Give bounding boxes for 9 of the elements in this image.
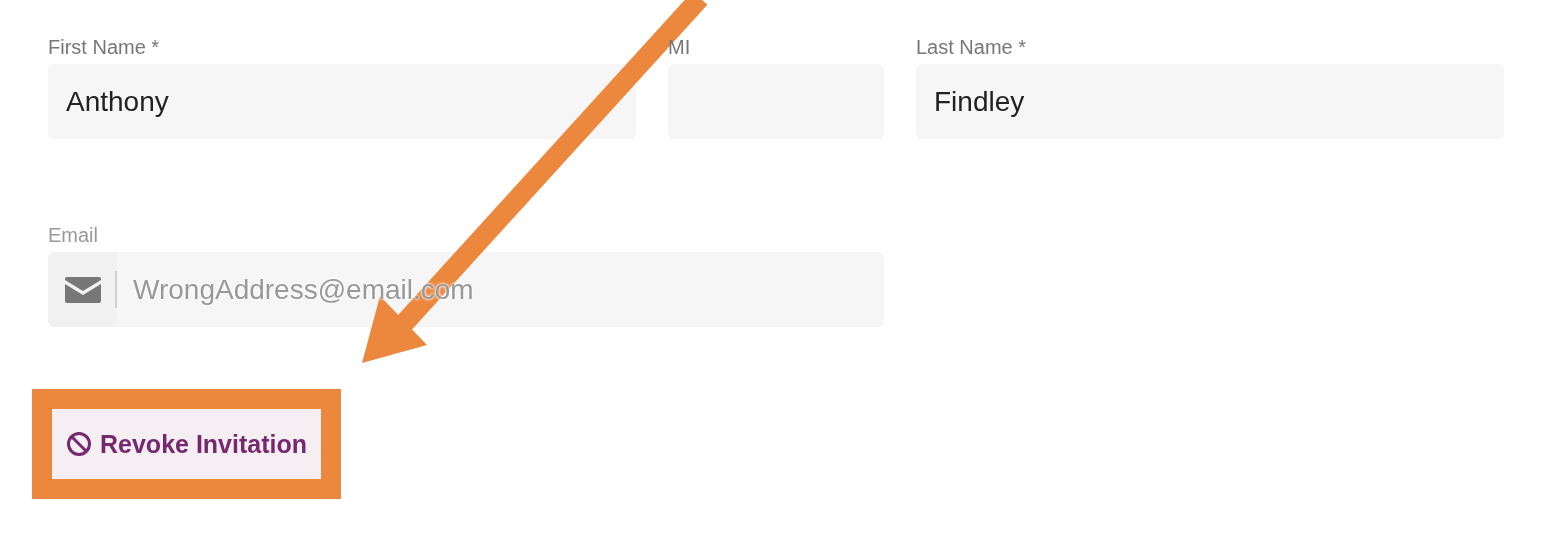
envelope-icon <box>64 276 101 303</box>
input-field[interactable]: Findley <box>916 64 1504 139</box>
field-label: MI <box>668 35 691 60</box>
field-label: Last Name * <box>916 35 1027 60</box>
field-label: Email <box>48 223 98 248</box>
prohibited-icon <box>66 431 92 457</box>
input-field[interactable]: Anthony <box>48 64 636 139</box>
field-label: First Name * <box>48 35 160 60</box>
revoke-invitation-button[interactable]: Revoke Invitation <box>52 409 321 479</box>
